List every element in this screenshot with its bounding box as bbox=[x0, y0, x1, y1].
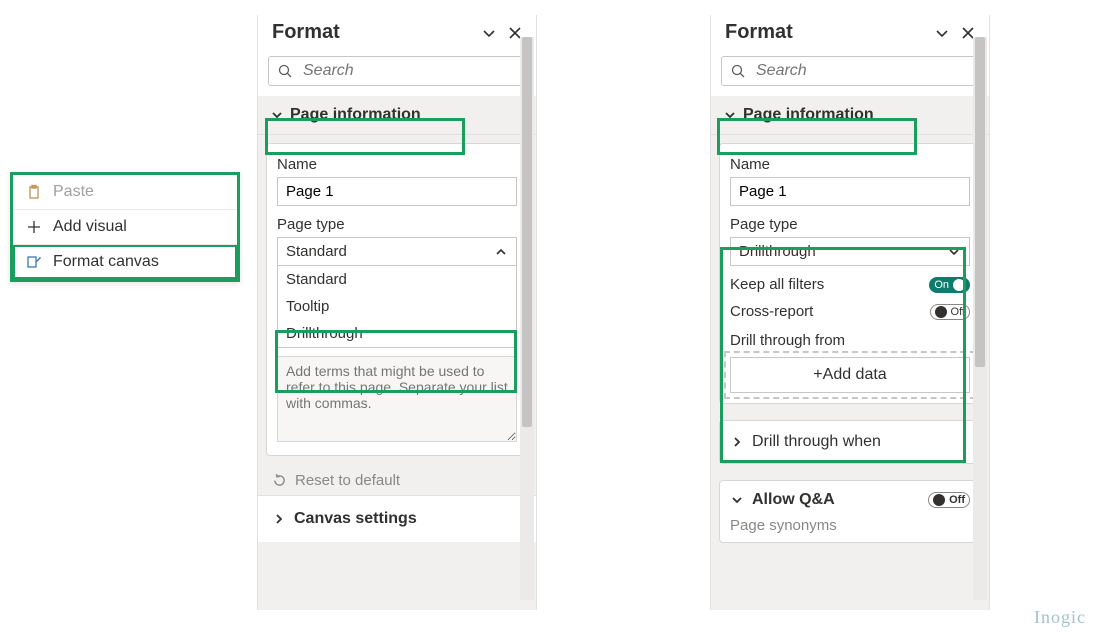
toggle-text: Off bbox=[951, 306, 965, 318]
page-name-input[interactable] bbox=[730, 177, 970, 206]
section-page-information[interactable]: Page information bbox=[258, 96, 536, 135]
keep-all-filters-toggle[interactable]: On bbox=[929, 277, 970, 293]
page-synonyms-textarea[interactable] bbox=[277, 356, 517, 442]
section-page-information-label: Page information bbox=[290, 106, 421, 124]
drill-through-from-label: Drill through from bbox=[730, 332, 970, 349]
page-type-options: Standard Tooltip Drillthrough bbox=[277, 265, 517, 348]
toggle-dot bbox=[935, 306, 947, 318]
page-type-value: Standard bbox=[286, 243, 347, 260]
page-synonyms-label: Page synonyms bbox=[730, 517, 970, 534]
option-tooltip[interactable]: Tooltip bbox=[278, 293, 516, 320]
canvas-settings-label: Canvas settings bbox=[294, 510, 417, 528]
option-drillthrough[interactable]: Drillthrough bbox=[278, 320, 516, 347]
chevron-right-icon bbox=[730, 435, 744, 449]
collapse-icon[interactable] bbox=[480, 24, 498, 42]
search-input[interactable] bbox=[268, 56, 526, 86]
scrollbar[interactable] bbox=[520, 37, 534, 600]
format-pane-right: Format Page information Name Page type bbox=[710, 15, 990, 610]
page-type-select[interactable]: Standard bbox=[277, 237, 517, 266]
context-menu: Paste Add visual Format canvas bbox=[10, 172, 240, 282]
format-pane-left: Format Page information Name Page type bbox=[257, 15, 537, 610]
ctx-paste: Paste bbox=[13, 175, 237, 210]
toggle-text: On bbox=[934, 279, 949, 291]
name-label: Name bbox=[277, 156, 517, 173]
search-field[interactable] bbox=[301, 61, 517, 81]
page-info-card: Name Page type Drillthrough Keep all fil… bbox=[719, 143, 981, 404]
chevron-right-icon bbox=[272, 512, 286, 526]
pane-header: Format bbox=[711, 15, 989, 50]
allow-qna-toggle[interactable]: Off bbox=[928, 492, 970, 508]
section-page-information[interactable]: Page information bbox=[711, 96, 989, 135]
ctx-format-canvas-label: Format canvas bbox=[53, 253, 159, 271]
reset-label: Reset to default bbox=[295, 472, 400, 489]
clipboard-icon bbox=[25, 183, 43, 201]
pane-title: Format bbox=[272, 21, 340, 44]
drill-through-when-label: Drill through when bbox=[752, 433, 881, 451]
reset-icon bbox=[272, 473, 287, 488]
chevron-down-icon bbox=[723, 108, 737, 122]
ctx-add-visual-label: Add visual bbox=[53, 218, 127, 236]
cross-report-toggle[interactable]: Off bbox=[930, 304, 970, 320]
page-type-value: Drillthrough bbox=[739, 243, 816, 260]
search-input[interactable] bbox=[721, 56, 979, 86]
ctx-paste-label: Paste bbox=[53, 183, 94, 201]
drill-through-when-card[interactable]: Drill through when bbox=[719, 420, 981, 464]
allow-qna-card: Allow Q&A Off Page synonyms bbox=[719, 480, 981, 543]
chevron-down-icon bbox=[270, 108, 284, 122]
keep-all-filters-label: Keep all filters bbox=[730, 276, 824, 293]
scrollbar[interactable] bbox=[973, 37, 987, 600]
plus-icon bbox=[25, 218, 43, 236]
toggle-dot bbox=[933, 494, 945, 506]
chevron-up-icon bbox=[494, 245, 508, 259]
watermark: Inogic bbox=[1034, 607, 1086, 628]
page-type-select[interactable]: Drillthrough bbox=[730, 237, 970, 266]
collapse-icon[interactable] bbox=[933, 24, 951, 42]
section-page-information-label: Page information bbox=[743, 106, 874, 124]
page-type-label: Page type bbox=[730, 216, 970, 233]
allow-qna-label: Allow Q&A bbox=[752, 491, 835, 509]
cross-report-row: Cross-report Off bbox=[730, 303, 970, 320]
scrollbar-thumb[interactable] bbox=[522, 37, 532, 427]
toggle-text: Off bbox=[949, 494, 965, 506]
search-field[interactable] bbox=[754, 61, 970, 81]
ctx-add-visual[interactable]: Add visual bbox=[13, 210, 237, 245]
search-icon bbox=[277, 63, 293, 79]
pane-header: Format bbox=[258, 15, 536, 50]
page-type-label: Page type bbox=[277, 216, 517, 233]
keep-all-filters-row: Keep all filters On bbox=[730, 276, 970, 293]
reset-to-default[interactable]: Reset to default bbox=[258, 464, 536, 495]
pane-title: Format bbox=[725, 21, 793, 44]
toggle-dot bbox=[953, 279, 965, 291]
page-name-input[interactable] bbox=[277, 177, 517, 206]
search-icon bbox=[730, 63, 746, 79]
section-canvas-settings[interactable]: Canvas settings bbox=[258, 495, 536, 542]
format-canvas-icon bbox=[25, 253, 43, 271]
option-standard[interactable]: Standard bbox=[278, 266, 516, 293]
cross-report-label: Cross-report bbox=[730, 303, 813, 320]
name-label: Name bbox=[730, 156, 970, 173]
add-data-button[interactable]: +Add data bbox=[730, 357, 970, 393]
chevron-down-icon bbox=[947, 245, 961, 259]
scrollbar-thumb[interactable] bbox=[975, 37, 985, 367]
chevron-down-icon bbox=[730, 493, 744, 507]
ctx-format-canvas[interactable]: Format canvas bbox=[13, 245, 237, 279]
page-info-card: Name Page type Standard Standard Tooltip… bbox=[266, 143, 528, 456]
